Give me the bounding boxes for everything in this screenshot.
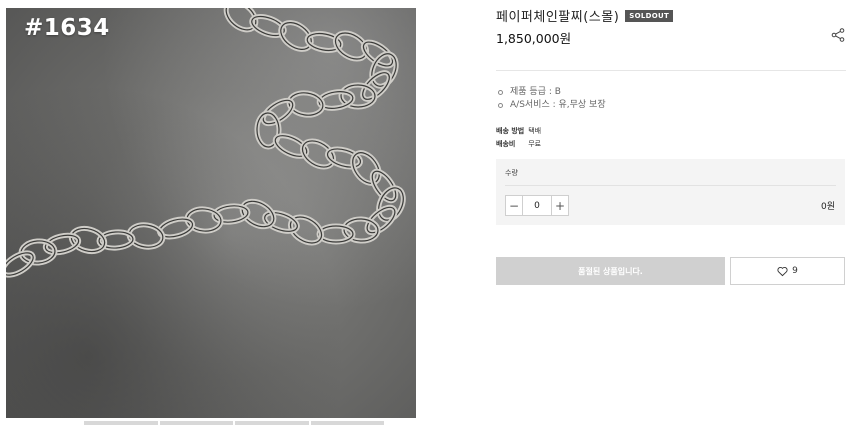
quantity-input[interactable]: 0	[522, 196, 552, 215]
share-icon[interactable]	[831, 28, 845, 42]
chain-link	[262, 210, 300, 234]
chain-link	[6, 250, 36, 278]
subtotal-price: 0원	[820, 202, 835, 212]
product-image: #1634	[6, 8, 416, 418]
title-row: 페이퍼체인팔찌(스몰) SOLDOUT	[496, 6, 674, 25]
spec-item: A/S서비스 : 유,무상 보장	[498, 99, 606, 112]
thumbnail[interactable]	[235, 421, 309, 425]
wishlist-button[interactable]: 9	[730, 257, 845, 285]
spec-grade: 제품 등급 : B	[510, 87, 561, 97]
soldout-button[interactable]: 품절된 상품입니다.	[496, 257, 725, 285]
chain-link	[369, 51, 399, 89]
wishlist-count: 9	[792, 266, 798, 276]
thumbnail[interactable]	[159, 421, 233, 425]
shipping-fee-value: 무료	[528, 140, 542, 148]
chain-link	[300, 138, 336, 170]
spec-list: 제품 등급 : B A/S서비스 : 유,무상 보장	[498, 86, 606, 112]
thumbnail[interactable]	[310, 421, 384, 425]
shipping-fee-row: 배송비 무료	[496, 138, 541, 151]
chain-bracelet-illustration	[6, 8, 406, 278]
chain-link	[350, 150, 382, 186]
bullet-icon	[498, 90, 503, 95]
quantity-plus-button[interactable]: +	[552, 196, 568, 215]
product-price: 1,850,000원	[496, 31, 572, 46]
spec-as-service: A/S서비스 : 유,무상 보장	[510, 100, 606, 110]
chain-link	[68, 225, 108, 255]
chain-link	[239, 198, 277, 230]
product-number-tag: #1634	[24, 15, 110, 41]
thumbnail[interactable]	[84, 421, 158, 425]
thumbnail-strip[interactable]	[84, 421, 384, 425]
divider	[505, 185, 836, 186]
shipping-info: 배송 방법 택배 배송비 무료	[496, 125, 541, 151]
shipping-fee-label: 배송비	[496, 140, 516, 148]
bullet-icon	[498, 103, 503, 108]
product-title: 페이퍼체인팔찌(스몰)	[496, 10, 620, 25]
divider	[496, 70, 846, 71]
shipping-method-row: 배송 방법 택배	[496, 125, 541, 138]
product-info-panel: 페이퍼체인팔찌(스몰) SOLDOUT 1,850,000원 제품 등급 : B…	[496, 0, 846, 425]
quantity-panel: 수량 − 0 + 0원	[496, 159, 845, 225]
soldout-badge: SOLDOUT	[625, 9, 674, 22]
quantity-label: 수량	[505, 169, 518, 177]
shipping-method-value: 택배	[528, 127, 542, 135]
quantity-stepper[interactable]: − 0 +	[505, 195, 569, 216]
spec-item: 제품 등급 : B	[498, 86, 606, 99]
heart-icon	[777, 266, 788, 276]
quantity-minus-button[interactable]: −	[506, 196, 522, 215]
shipping-method-label: 배송 방법	[496, 127, 525, 135]
chain-link	[223, 8, 259, 33]
